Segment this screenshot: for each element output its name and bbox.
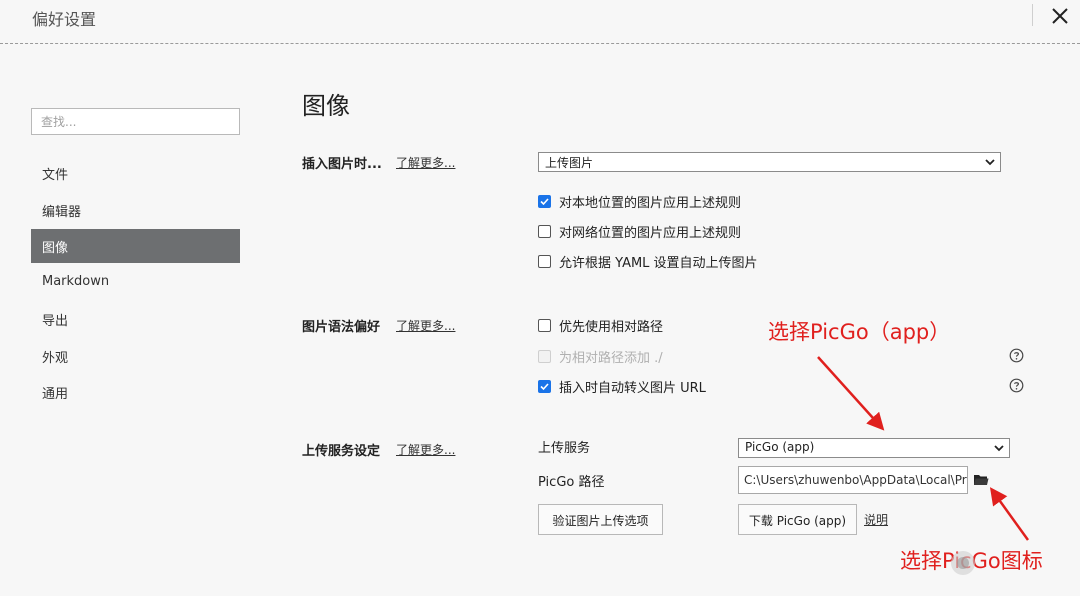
service-field-label: 上传服务 — [538, 441, 591, 456]
sidebar-item-export[interactable]: 导出 — [31, 302, 240, 336]
upload-service-label: 上传服务设定 — [302, 444, 381, 459]
sidebar-item-editor[interactable]: 编辑器 — [31, 193, 240, 227]
syntax-pref-label: 图片语法偏好 — [302, 320, 381, 335]
sidebar-item-image[interactable]: 图像 — [31, 229, 240, 263]
checkbox-checked[interactable] — [538, 379, 551, 393]
checkbox-network-images[interactable]: 对网络位置的图片应用上述规则 — [538, 222, 742, 241]
checkbox-checked[interactable] — [538, 194, 551, 208]
question-circle-icon[interactable] — [1009, 348, 1024, 363]
close-button[interactable] — [1046, 2, 1074, 30]
checkbox-label: 插入时自动转义图片 URL — [559, 380, 706, 396]
checkbox-relative-path[interactable]: 优先使用相对路径 — [538, 316, 664, 335]
upload-service-learn-more-link[interactable]: 了解更多... — [396, 441, 455, 458]
checkbox-label: 为相对路径添加 ./ — [559, 350, 663, 366]
checkbox-label: 对本地位置的图片应用上述规则 — [559, 195, 742, 211]
title-bar: 偏好设置 — [0, 0, 1080, 44]
annotation-choose-picgo-app: 选择PicGo（app） — [768, 320, 951, 344]
verify-upload-button[interactable]: 验证图片上传选项 — [538, 504, 663, 535]
page-title: 图像 — [302, 92, 350, 120]
checkbox-label: 对网络位置的图片应用上述规则 — [559, 225, 742, 241]
sidebar-item-appearance[interactable]: 外观 — [31, 339, 240, 373]
insert-image-select[interactable]: 上传图片 — [538, 152, 1001, 172]
help-link[interactable]: 说明 — [864, 511, 888, 528]
download-picgo-button[interactable]: 下载 PicGo (app) — [738, 504, 857, 535]
upload-service-select[interactable]: PicGo (app) — [738, 438, 1010, 458]
insert-image-learn-more-link[interactable]: 了解更多... — [396, 154, 455, 171]
checkbox-yaml-upload[interactable]: 允许根据 YAML 设置自动上传图片 — [538, 252, 758, 271]
insert-image-label: 插入图片时... — [302, 157, 382, 172]
check-icon — [540, 382, 549, 390]
checkbox-unchecked[interactable] — [538, 318, 551, 332]
question-circle-icon[interactable] — [1009, 378, 1024, 393]
window-title: 偏好设置 — [32, 10, 97, 29]
checkbox-unchecked[interactable] — [538, 254, 551, 268]
checkbox-label: 优先使用相对路径 — [559, 319, 664, 335]
checkbox-local-images[interactable]: 对本地位置的图片应用上述规则 — [538, 192, 742, 211]
arrow-to-folder-icon — [989, 487, 1030, 541]
picgo-path-label: PicGo 路径 — [538, 475, 605, 490]
arrow-to-service-select — [817, 356, 885, 431]
folder-icon[interactable] — [973, 473, 989, 486]
picgo-path-input[interactable]: C:\Users\zhuwenbo\AppData\Local\Programs… — [738, 466, 968, 494]
checkbox-unchecked[interactable] — [538, 224, 551, 238]
sidebar-item-file[interactable]: 文件 — [31, 156, 240, 190]
sidebar-item-general[interactable]: 通用 — [31, 375, 240, 409]
sidebar-item-markdown[interactable]: Markdown — [31, 266, 240, 300]
chevron-down-icon — [985, 159, 995, 166]
syntax-pref-learn-more-link[interactable]: 了解更多... — [396, 317, 455, 334]
checkbox-add-dot-slash: 为相对路径添加 ./ — [538, 347, 663, 366]
checkbox-disabled — [538, 349, 551, 363]
chevron-down-icon — [994, 445, 1004, 452]
insert-image-select-value: 上传图片 — [545, 156, 594, 170]
search-input[interactable] — [31, 108, 240, 135]
checkbox-escape-url[interactable]: 插入时自动转义图片 URL — [538, 377, 706, 396]
title-divider — [1032, 4, 1033, 26]
checkbox-label: 允许根据 YAML 设置自动上传图片 — [559, 255, 758, 271]
watermark-icon — [951, 551, 975, 575]
close-icon — [1052, 8, 1068, 24]
upload-service-select-value: PicGo (app) — [745, 440, 815, 454]
check-icon — [540, 197, 549, 205]
